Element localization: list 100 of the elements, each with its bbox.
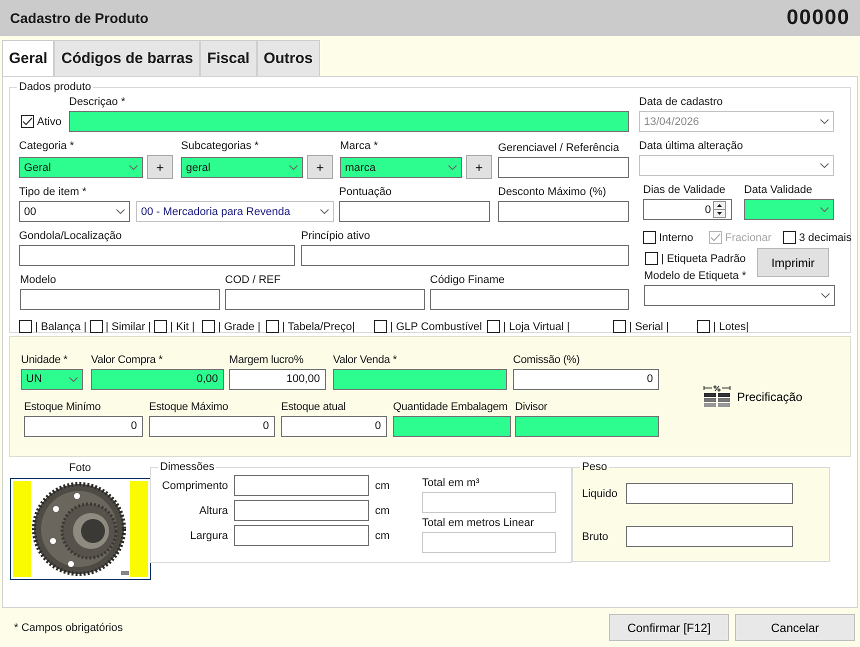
field-label: Margem lucro%	[229, 352, 304, 368]
input-field[interactable]	[333, 368, 507, 390]
checkbox[interactable]	[90, 320, 103, 333]
checkbox-label: | GLP Combustível	[390, 320, 482, 332]
input-field[interactable]	[225, 289, 425, 310]
checkbox[interactable]	[613, 320, 626, 333]
field-label: Estoque atual	[281, 400, 347, 414]
pricing-button[interactable]: Precificação	[701, 382, 804, 410]
dropdown-field[interactable]: Geral	[19, 157, 143, 178]
field-label: COD / REF	[225, 273, 282, 288]
field-label: Total em m³	[422, 476, 480, 491]
field-label: Descriçao *	[69, 95, 126, 110]
field-label: Desconto Máximo (%)	[498, 185, 608, 200]
tab[interactable]: Outros	[256, 40, 320, 76]
dropdown-field[interactable]: geral	[181, 157, 303, 178]
field-label: Código Finame	[430, 273, 506, 288]
input-field[interactable]: 0	[24, 416, 143, 436]
field-label: Modelo	[20, 273, 58, 288]
input-field[interactable]	[498, 157, 629, 178]
input-field[interactable]	[626, 526, 793, 547]
checkbox[interactable]	[19, 320, 32, 333]
field-label: Divisor	[515, 400, 548, 414]
checkbox-label: | Loja Virtual |	[503, 320, 570, 332]
input-field[interactable]	[515, 416, 659, 436]
checkbox-label: | Kit |	[170, 320, 195, 332]
checkbox[interactable]	[783, 231, 796, 244]
group-title: Dimessões	[159, 461, 216, 473]
group-title: Dados produto	[18, 81, 92, 93]
input-field[interactable]: 0,00	[91, 368, 224, 390]
input-field[interactable]: 100,00	[229, 368, 326, 390]
input-field[interactable]	[20, 289, 220, 310]
checkbox-label: | Serial |	[629, 320, 669, 332]
input-field[interactable]	[626, 483, 793, 504]
footnote: * Campos obrigatórios	[14, 622, 124, 634]
field-label: Valor Compra *	[91, 352, 164, 368]
confirm-button[interactable]: Confirmar [F12]	[609, 614, 729, 641]
field-label: Liquido	[582, 488, 618, 500]
checkbox[interactable]	[374, 320, 388, 333]
field-label: Data Validade	[744, 183, 814, 198]
checkbox[interactable]	[21, 115, 34, 128]
input-field[interactable]: 0	[149, 416, 275, 436]
field-label: Tipo de item *	[19, 185, 88, 200]
window-title: Cadastro de Produto	[10, 10, 148, 26]
checkbox-label: Fracionar	[725, 232, 772, 244]
input-field[interactable]: 0	[281, 416, 387, 436]
dropdown-field[interactable]	[744, 199, 834, 220]
checkbox[interactable]	[202, 320, 216, 333]
unit-label: cm	[375, 504, 390, 516]
field-label: Valor Venda *	[333, 352, 398, 368]
input-field[interactable]	[19, 245, 295, 266]
group-title: Peso	[581, 461, 608, 473]
spinner-arrows-icon[interactable]	[713, 201, 726, 218]
input-field[interactable]	[69, 111, 629, 132]
cancel-button[interactable]: Cancelar	[735, 614, 855, 641]
dropdown-field[interactable]: 00	[19, 201, 130, 222]
product-code: 00000	[786, 6, 850, 30]
checkbox-label: | Lotes|	[713, 320, 749, 332]
chevron-icon	[821, 293, 830, 298]
checkbox-label: Ativo	[37, 116, 62, 128]
input-field[interactable]	[498, 201, 629, 222]
add-button[interactable]: +	[307, 155, 333, 179]
spinner-field[interactable]: 0	[643, 199, 732, 220]
checkbox[interactable]	[154, 320, 168, 333]
input-field[interactable]	[393, 416, 511, 436]
field-label: Modelo de Etiqueta *	[644, 269, 748, 284]
field-label: Data de cadastro	[639, 95, 724, 110]
chevron-icon	[448, 165, 457, 170]
input-field[interactable]	[234, 500, 369, 521]
field-label: Gondola/Localização	[19, 229, 123, 244]
dropdown-field[interactable]: marca	[340, 157, 462, 178]
add-button[interactable]: +	[147, 155, 173, 179]
print-button[interactable]: Imprimir	[757, 248, 829, 277]
field-label: Comprimento	[160, 480, 228, 492]
checkbox[interactable]	[266, 320, 280, 333]
checkbox[interactable]	[645, 252, 658, 265]
input-field[interactable]	[339, 201, 490, 222]
field-label: Princípio ativo	[301, 229, 372, 244]
checkbox-label: 3 decimais	[799, 232, 852, 244]
checkbox[interactable]	[487, 320, 500, 333]
field-label: Foto	[68, 461, 91, 476]
tab[interactable]: Geral	[2, 40, 54, 76]
checkbox[interactable]	[697, 320, 710, 333]
unit-label: cm	[375, 480, 390, 492]
dropdown-field[interactable]: UN	[21, 368, 83, 390]
field-label: Total em metros Linear	[422, 516, 535, 531]
input-field[interactable]	[301, 245, 629, 266]
tab[interactable]: Fiscal	[200, 40, 257, 76]
field-label: Categoria *	[19, 139, 76, 154]
input-field[interactable]	[234, 475, 369, 496]
checkbox[interactable]	[643, 231, 656, 244]
dropdown-field[interactable]	[644, 285, 835, 306]
checkbox-label: Interno	[659, 232, 694, 244]
field-label: Unidade *	[21, 352, 69, 368]
input-field[interactable]	[430, 289, 629, 310]
chevron-icon	[320, 209, 329, 214]
tab[interactable]: Códigos de barras	[54, 40, 200, 76]
input-field[interactable]	[234, 525, 369, 546]
add-button[interactable]: +	[466, 155, 492, 179]
input-field[interactable]: 0	[513, 368, 659, 390]
chevron-icon	[129, 165, 138, 170]
